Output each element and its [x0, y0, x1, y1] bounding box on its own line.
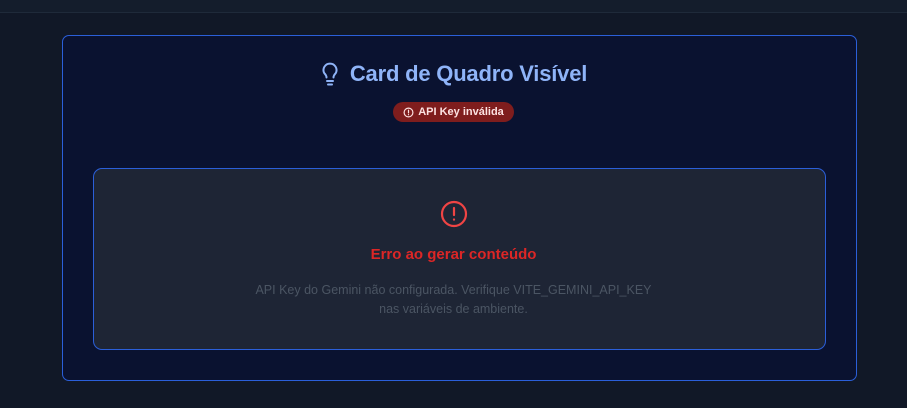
status-badge: API Key inválida	[393, 102, 514, 122]
status-badge-label: API Key inválida	[418, 106, 504, 118]
badge-row: API Key inválida	[0, 102, 907, 122]
card-title: Card de Quadro Visível	[349, 61, 588, 86]
top-bar	[0, 0, 907, 13]
error-message: API Key do Gemini não configurada. Verif…	[0, 281, 907, 319]
error-message-line-2: nas variáveis de ambiente.	[379, 302, 528, 316]
error-message-line-1: API Key do Gemini não configurada. Verif…	[255, 283, 652, 297]
lightbulb-icon	[320, 61, 340, 87]
error-alert-icon	[0, 200, 907, 228]
alert-circle-icon	[403, 107, 414, 118]
card-header: Card de Quadro Visível	[0, 60, 907, 88]
error-title: Erro ao gerar conteúdo	[370, 246, 537, 263]
